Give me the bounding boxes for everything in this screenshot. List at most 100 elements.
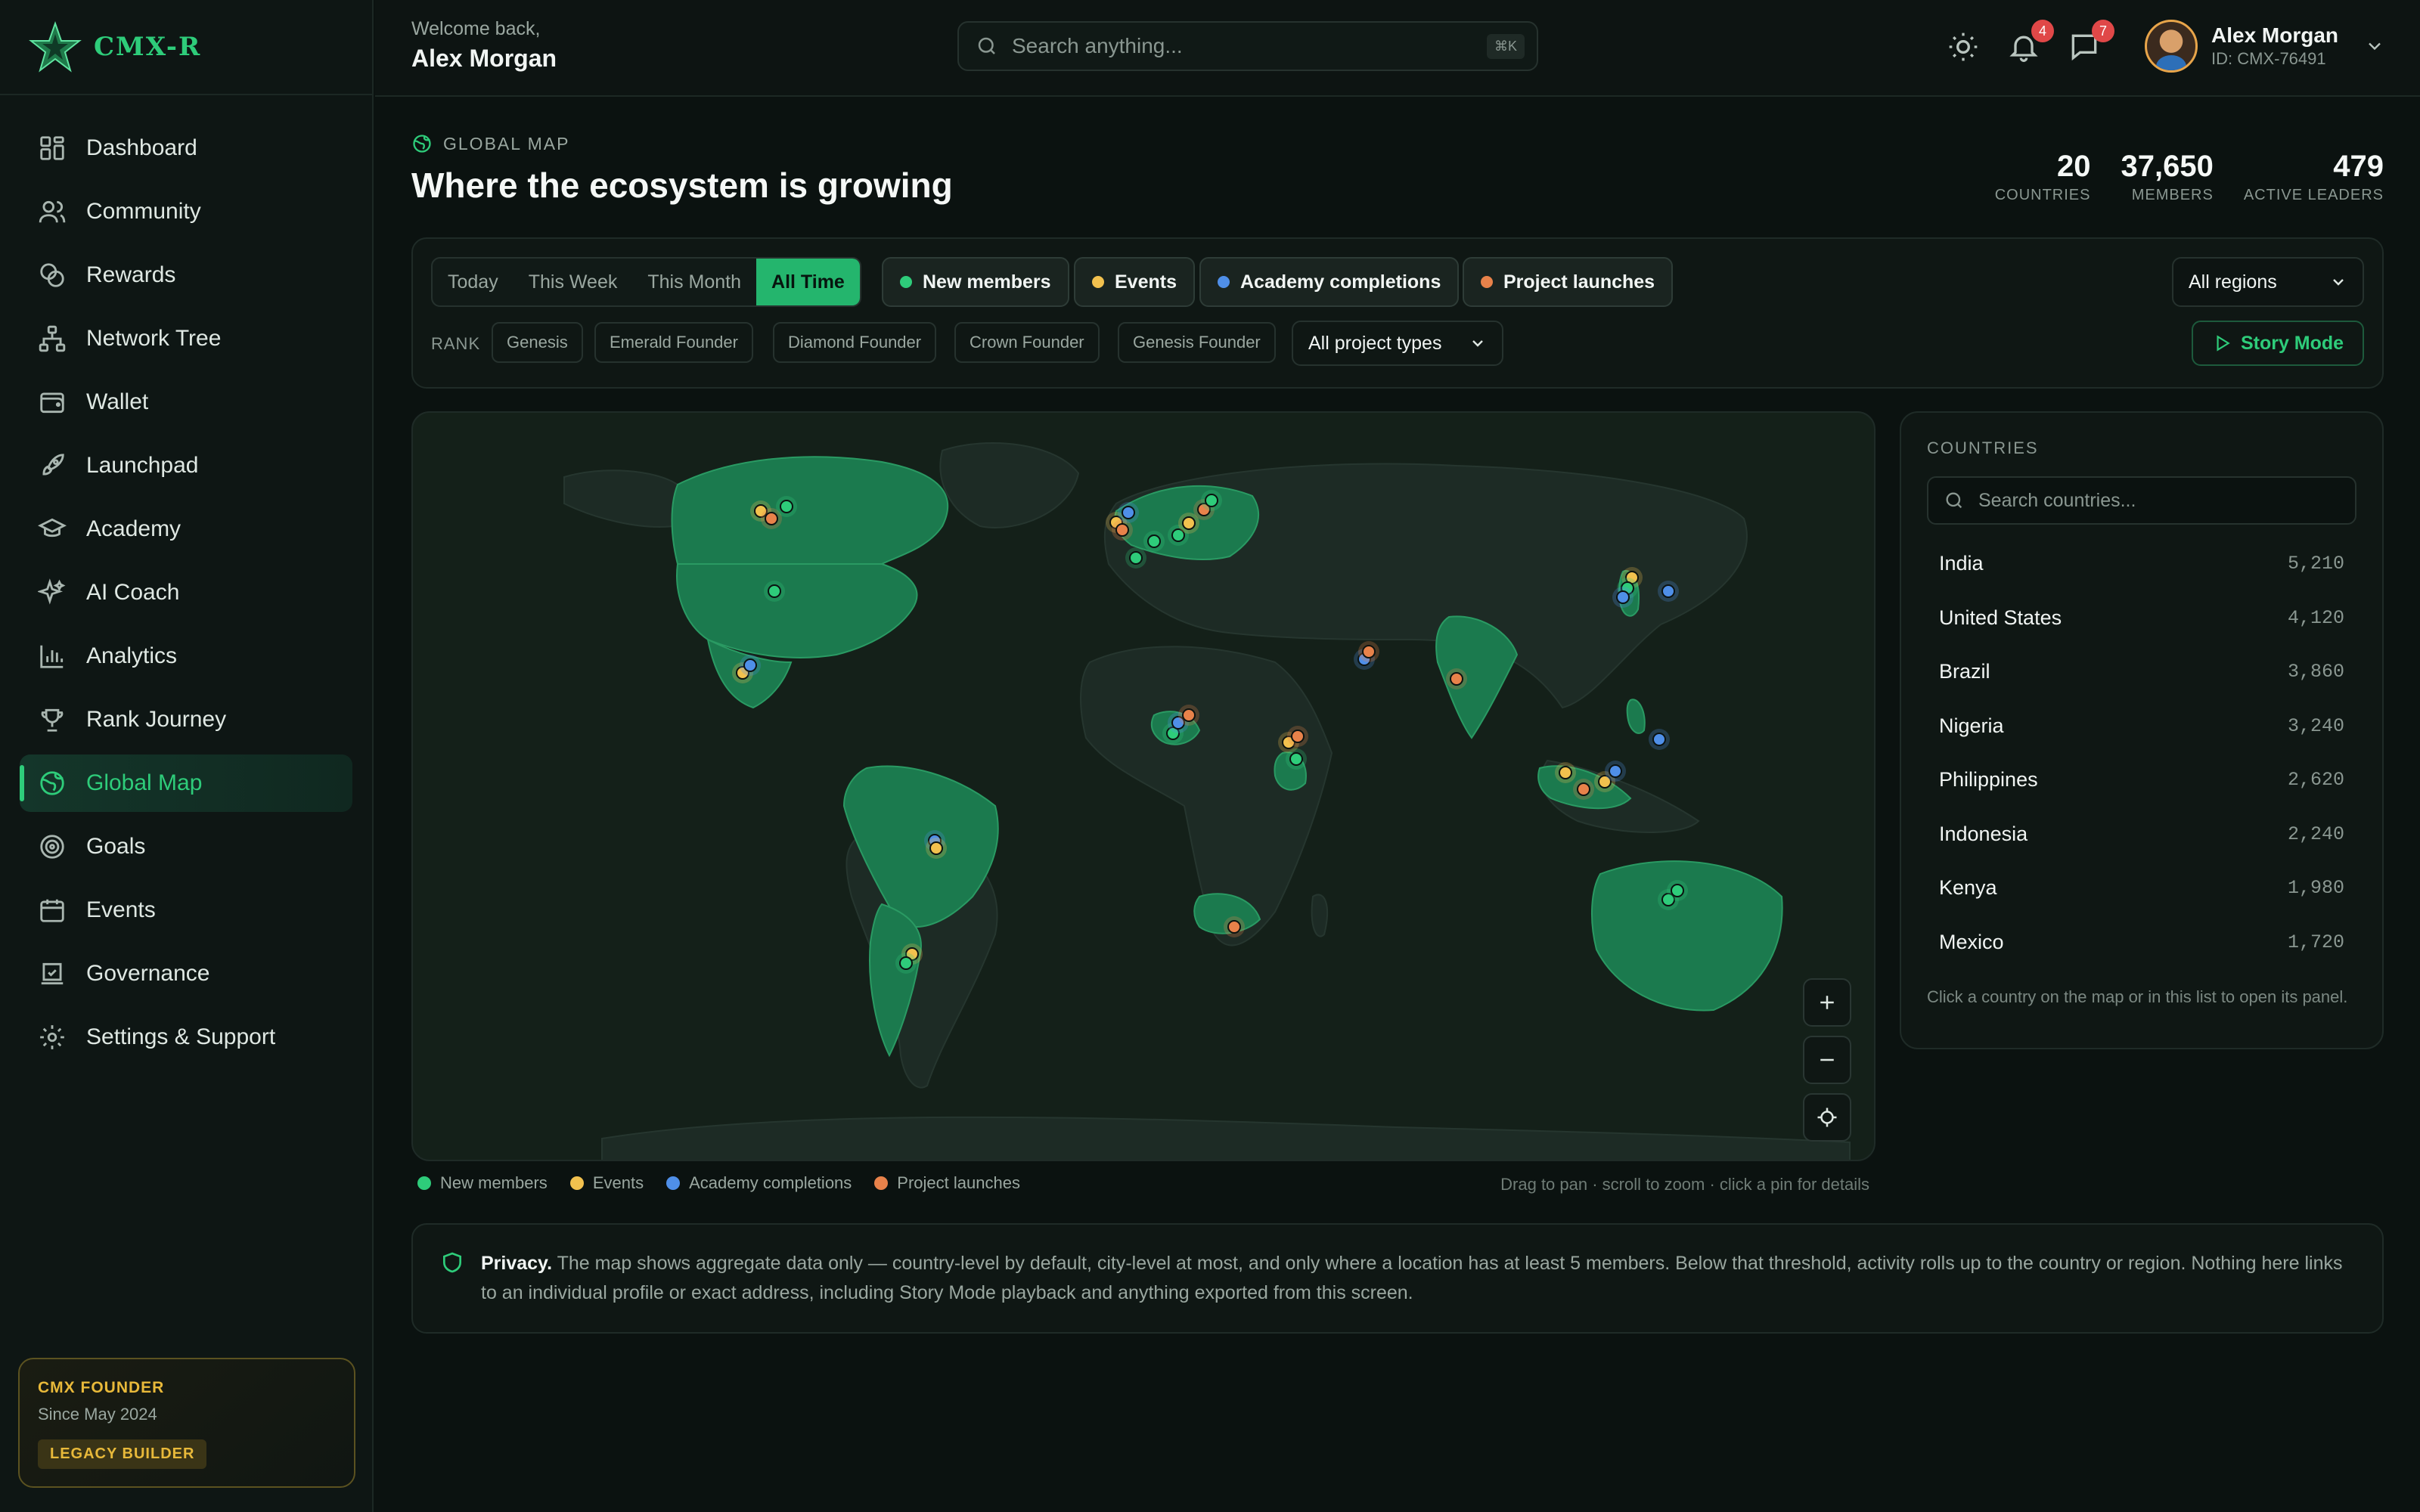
new-member-pin[interactable] bbox=[768, 584, 781, 598]
country-row-brazil[interactable]: Brazil 3,860 bbox=[1927, 645, 2356, 699]
time-range-this-month[interactable]: This Month bbox=[632, 259, 756, 305]
founder-badge: LEGACY BUILDER bbox=[38, 1439, 207, 1469]
new-member-pin[interactable] bbox=[1671, 884, 1684, 897]
country-row-india[interactable]: India 5,210 bbox=[1927, 537, 2356, 591]
new-member-pin[interactable] bbox=[1205, 494, 1218, 507]
messages-button[interactable]: 7 bbox=[2068, 20, 2114, 64]
sidebar-item-global-map[interactable]: Global Map bbox=[20, 754, 352, 812]
country-row-kenya[interactable]: Kenya 1,980 bbox=[1927, 861, 2356, 916]
event-pin[interactable] bbox=[1182, 516, 1196, 530]
search-icon bbox=[1946, 492, 1962, 509]
country-row-philippines[interactable]: Philippines 2,620 bbox=[1927, 753, 2356, 807]
project-launch-pin[interactable] bbox=[1115, 523, 1129, 537]
world-map[interactable] bbox=[411, 411, 1876, 1161]
sidebar-item-academy[interactable]: Academy bbox=[20, 500, 352, 558]
project-launch-pin[interactable] bbox=[765, 512, 778, 525]
chevron-down-icon bbox=[2333, 279, 2344, 286]
rank-chip-genesis-founder[interactable]: Genesis Founder bbox=[1118, 322, 1276, 363]
new-member-pin[interactable] bbox=[899, 956, 913, 970]
new-member-pin[interactable] bbox=[1147, 534, 1161, 548]
privacy-label: Privacy. bbox=[481, 1253, 553, 1274]
event-pin[interactable] bbox=[929, 841, 943, 855]
rank-chip-crown-founder[interactable]: Crown Founder bbox=[954, 322, 1100, 363]
project-launch-pin[interactable] bbox=[1362, 645, 1376, 658]
time-range-all-time[interactable]: All Time bbox=[756, 259, 860, 305]
brand-logo[interactable]: CMX-R bbox=[0, 0, 372, 95]
sidebar-item-analytics[interactable]: Analytics bbox=[20, 627, 352, 685]
world-map-canvas[interactable] bbox=[413, 413, 1876, 1161]
sidebar-item-wallet[interactable]: Wallet bbox=[20, 373, 352, 431]
story-mode-button[interactable]: Story Mode bbox=[2192, 321, 2364, 366]
sidebar-item-community[interactable]: Community bbox=[20, 183, 352, 240]
country-name: United States bbox=[1939, 606, 2062, 629]
stat-value: 20 bbox=[2056, 150, 2091, 183]
zoom-in-button[interactable] bbox=[1803, 978, 1851, 1027]
project-launch-pin[interactable] bbox=[1227, 920, 1241, 934]
sidebar-item-events[interactable]: Events bbox=[20, 881, 352, 939]
map-filters: Today This Week This Month All Time New … bbox=[411, 237, 2384, 389]
sidebar-item-label: Events bbox=[86, 897, 156, 922]
plus-icon bbox=[1820, 996, 1834, 1009]
countries-list: India 5,210 United States 4,120 Brazil 3… bbox=[1927, 537, 2356, 969]
sidebar-item-ai-coach[interactable]: AI Coach bbox=[20, 564, 352, 621]
countries-search[interactable] bbox=[1927, 476, 2356, 525]
search-input[interactable] bbox=[1012, 34, 1473, 58]
theme-toggle-icon[interactable] bbox=[1947, 30, 1980, 64]
countries-search-input[interactable] bbox=[1978, 489, 2355, 512]
new-member-pin[interactable] bbox=[780, 500, 793, 513]
zoom-out-button[interactable] bbox=[1803, 1036, 1851, 1084]
global-search[interactable]: ⌘K bbox=[957, 21, 1538, 71]
recenter-button[interactable] bbox=[1803, 1093, 1851, 1142]
country-row-nigeria[interactable]: Nigeria 3,240 bbox=[1927, 699, 2356, 754]
founder-card[interactable]: CMX FOUNDER Since May 2024 LEGACY BUILDE… bbox=[18, 1358, 355, 1488]
layer-toggle-project-launches[interactable]: Project launches bbox=[1463, 257, 1674, 307]
country-row-united-states[interactable]: United States 4,120 bbox=[1927, 591, 2356, 646]
project-launch-pin[interactable] bbox=[1450, 672, 1463, 686]
time-range-today[interactable]: Today bbox=[433, 259, 513, 305]
sparkles-icon bbox=[38, 578, 66, 605]
country-row-mexico[interactable]: Mexico 1,720 bbox=[1927, 916, 2356, 970]
region-select[interactable]: All regions bbox=[2172, 257, 2364, 307]
time-range-this-week[interactable]: This Week bbox=[513, 259, 633, 305]
academy-pin[interactable] bbox=[1616, 590, 1630, 604]
academy-pin[interactable] bbox=[1652, 733, 1666, 746]
new-member-pin[interactable] bbox=[1289, 752, 1303, 766]
rank-chip-diamond-founder[interactable]: Diamond Founder bbox=[773, 322, 937, 363]
country-row-indonesia[interactable]: Indonesia 2,240 bbox=[1927, 807, 2356, 862]
sidebar-item-rank-journey[interactable]: Rank Journey bbox=[20, 691, 352, 748]
project-type-select[interactable]: All project types bbox=[1292, 321, 1503, 366]
australia-shape bbox=[1591, 860, 1783, 1012]
notifications-button[interactable]: 4 bbox=[2007, 20, 2054, 64]
sidebar-item-governance[interactable]: Governance bbox=[20, 945, 352, 1002]
layer-toggle-new-members[interactable]: New members bbox=[882, 257, 1069, 307]
canada-shape bbox=[671, 456, 949, 565]
sidebar-item-launchpad[interactable]: Launchpad bbox=[20, 437, 352, 494]
academy-pin[interactable] bbox=[1609, 764, 1622, 778]
project-launch-pin[interactable] bbox=[1291, 730, 1305, 743]
rank-chip-genesis[interactable]: Genesis bbox=[492, 322, 583, 363]
stat-members: 37,650 MEMBERS bbox=[2121, 150, 2213, 204]
sidebar-item-network-tree[interactable]: Network Tree bbox=[20, 310, 352, 367]
legend-label: Project launches bbox=[897, 1173, 1020, 1192]
event-pin[interactable] bbox=[1559, 766, 1572, 779]
project-launch-pin[interactable] bbox=[1577, 782, 1590, 796]
rank-chip-emerald-founder[interactable]: Emerald Founder bbox=[594, 322, 753, 363]
academy-pin[interactable] bbox=[1122, 506, 1135, 519]
project-launch-pin[interactable] bbox=[1182, 708, 1196, 722]
academy-pin[interactable] bbox=[743, 658, 757, 672]
graduation-cap-icon bbox=[38, 518, 67, 538]
layer-toggle-academy-completions[interactable]: Academy completions bbox=[1199, 257, 1460, 307]
country-members: 1,720 bbox=[2287, 931, 2344, 953]
sidebar-item-goals[interactable]: Goals bbox=[20, 818, 352, 875]
chevron-down-icon bbox=[1472, 340, 1483, 347]
sidebar-item-rewards[interactable]: Rewards bbox=[20, 246, 352, 304]
legend-dot bbox=[874, 1176, 889, 1190]
sidebar-item-settings-support[interactable]: Settings & Support bbox=[20, 1009, 352, 1066]
search-shortcut: ⌘K bbox=[1486, 33, 1525, 59]
academy-pin[interactable] bbox=[1661, 584, 1675, 598]
new-member-pin[interactable] bbox=[1129, 551, 1143, 565]
user-menu[interactable]: Alex Morgan ID: CMX-76491 bbox=[2145, 20, 2385, 73]
sidebar-item-dashboard[interactable]: Dashboard bbox=[20, 119, 352, 177]
stat-label: COUNTRIES bbox=[1994, 187, 2091, 203]
layer-toggle-events[interactable]: Events bbox=[1074, 257, 1195, 307]
